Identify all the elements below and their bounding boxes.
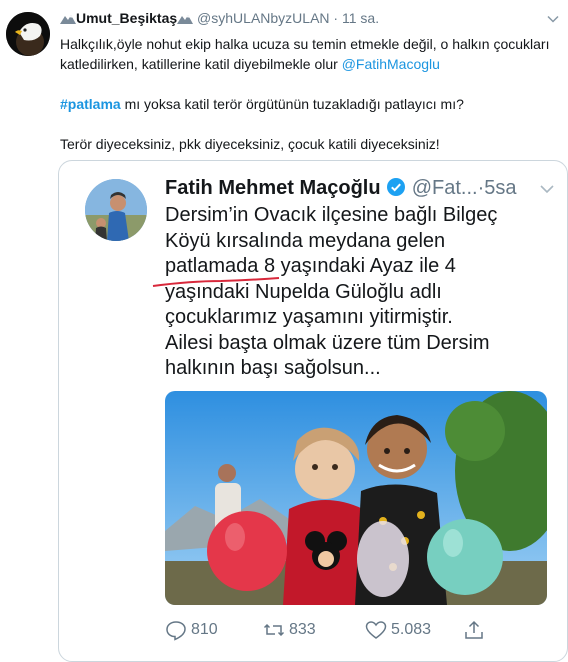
quoted-text-line: halkının başı sağolsun... — [165, 357, 381, 379]
red-underline-annotation — [152, 277, 280, 287]
tweet-photo[interactable] — [165, 391, 547, 605]
quoted-text-line: patlamada 8 yaşındaki Ayaz ile 4 — [165, 255, 456, 277]
mountain-icon — [60, 15, 76, 24]
reply-button[interactable]: 810 — [165, 619, 218, 641]
quoted-tweet-timestamp[interactable]: 5sa — [484, 177, 516, 199]
like-count: 5.083 — [391, 621, 432, 638]
quoted-tweet-header: Fatih Mehmet Maçoğlu @Fat...·5sa — [165, 177, 555, 205]
separator-dot: · — [333, 10, 339, 26]
tweet-timestamp[interactable]: 11 sa. — [342, 10, 379, 26]
quoted-text-line: Ailesi başta olmak üzere tüm Dersim — [165, 331, 490, 354]
quoted-author-name[interactable]: Fatih Mehmet Maçoğlu — [165, 177, 381, 199]
like-button[interactable]: 5.083 — [365, 619, 431, 641]
hashtag-link[interactable]: #patlama — [60, 96, 121, 112]
reply-icon — [166, 621, 186, 641]
quoted-text-line: Dersim’in Ovacık ilçesine bağlı Bilgeç — [165, 204, 498, 226]
verified-badge-icon — [387, 178, 406, 196]
quoted-text-line: Köyü kırsalında meydana gelen — [165, 229, 446, 252]
tweet: Umut_Beşiktaş @syhULANbyzULAN · 11 sa. H… — [0, 0, 568, 662]
retweet-count: 833 — [289, 621, 316, 638]
share-button[interactable] — [463, 619, 489, 641]
chevron-down-icon[interactable] — [546, 12, 560, 26]
mention-link[interactable]: @FatihMacoglu — [342, 56, 440, 72]
tweet-header: Umut_Beşiktaş @syhULANbyzULAN · 11 sa. — [60, 10, 560, 32]
author-avatar[interactable] — [6, 12, 50, 56]
tweet-actions: 810 833 5.083 — [165, 619, 495, 641]
tweet-text-line: Halkçılık,öyle nohut ekip halka ucuza su… — [60, 36, 550, 72]
retweet-button[interactable]: 833 — [263, 619, 316, 641]
reply-count: 810 — [191, 621, 218, 638]
author-handle[interactable]: @syhULANbyzULAN — [197, 10, 329, 26]
quoted-author-handle[interactable]: @Fat... — [412, 177, 478, 199]
heart-icon — [365, 621, 387, 639]
quoted-text-line: çocuklarımız yaşamını yitirmiştir. — [165, 306, 453, 328]
tweet-text-line: Terör diyeceksiniz, pkk diyeceksiniz, ço… — [60, 136, 440, 152]
author-name[interactable]: Umut_Beşiktaş — [76, 10, 177, 26]
tweet-text: Halkçılık,öyle nohut ekip halka ucuza su… — [60, 34, 560, 154]
quoted-tweet-text: Dersim’in Ovacık ilçesine bağlı Bilgeç K… — [165, 203, 560, 382]
tweet-text-line: mı yoksa katil terör örgütünün tuzakladı… — [120, 96, 464, 112]
chevron-down-icon[interactable] — [539, 181, 555, 197]
quoted-author-avatar[interactable] — [85, 179, 147, 241]
retweet-icon — [263, 623, 285, 637]
quoted-tweet[interactable]: Fatih Mehmet Maçoğlu @Fat...·5sa Dersim’… — [58, 160, 568, 662]
mountain-icon — [177, 15, 194, 24]
share-icon — [465, 620, 483, 639]
